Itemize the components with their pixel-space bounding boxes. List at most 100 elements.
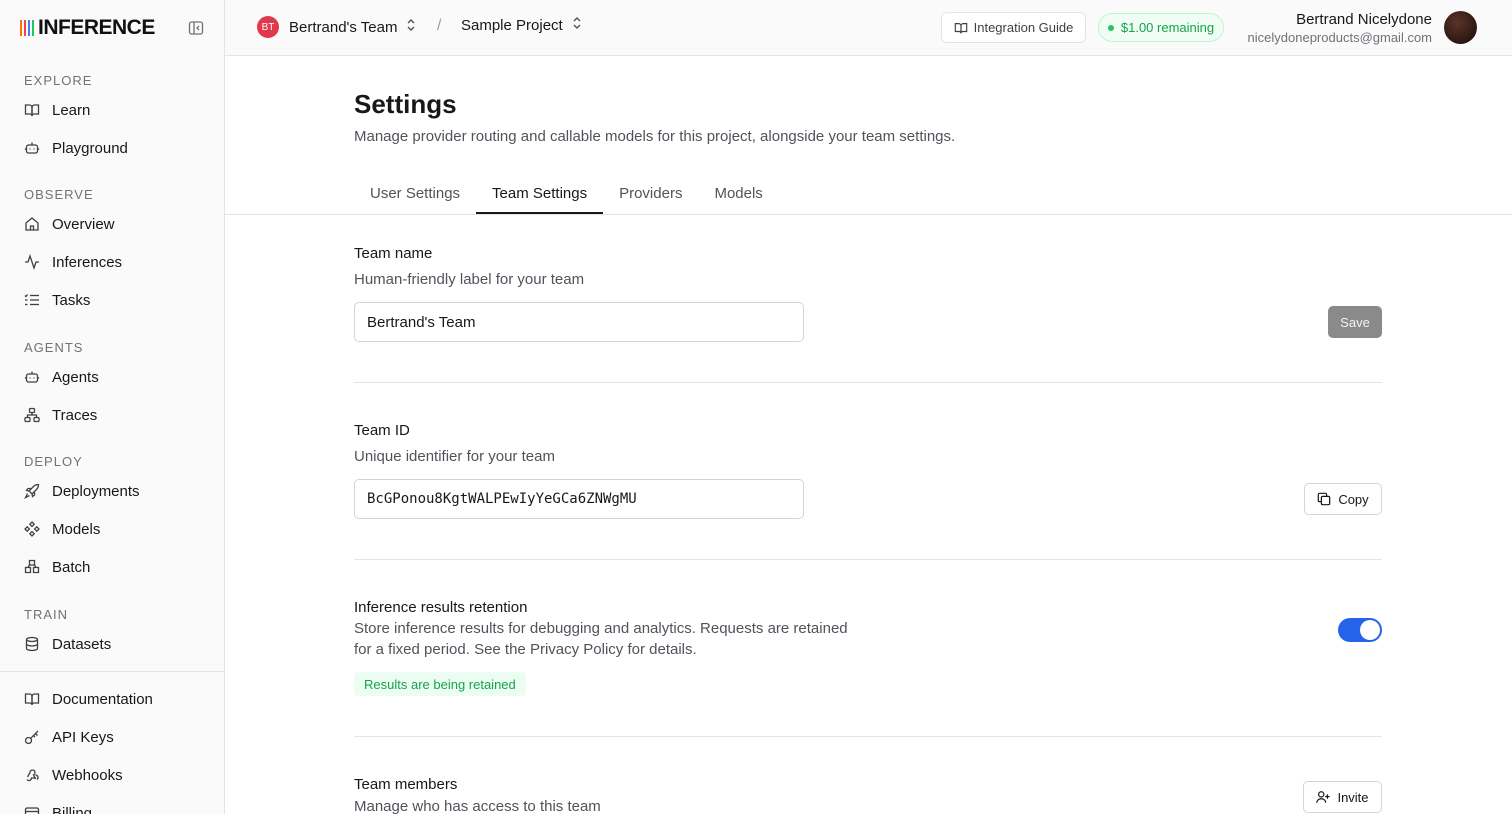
tab-user-settings[interactable]: User Settings [354,174,476,214]
sidebar-item-label: Documentation [52,690,153,708]
user-info[interactable]: Bertrand Nicelydone nicelydoneproducts@g… [1248,11,1432,46]
tab-providers[interactable]: Providers [603,174,698,214]
invite-button[interactable]: Invite [1303,781,1382,813]
workflow-icon [24,407,40,423]
sidebar-item-deployments[interactable]: Deployments [0,472,224,510]
team-name-description: Human-friendly label for your team [354,271,585,288]
sidebar-item-label: Datasets [52,635,112,653]
rocket-icon [24,483,40,499]
sidebar-item-label: Tasks [52,291,91,309]
robot-icon [24,140,40,156]
sidebar-item-traces[interactable]: Traces [0,396,224,434]
sidebar-item-label: Playground [52,139,128,157]
section-label-deploy: DEPLOY [24,454,83,469]
invite-label: Invite [1337,789,1369,805]
section-label-agents: AGENTS [24,340,84,355]
sidebar-item-inferences[interactable]: Inferences [0,243,224,281]
nav-section-agents: AGENTS Agents Traces [0,338,224,434]
tabs-divider [225,214,1512,215]
topbar: BT Bertrand's Team / Sample Project Inte… [225,0,1512,56]
user-plus-icon [1316,790,1331,804]
integration-guide-button[interactable]: Integration Guide [941,12,1086,43]
save-button[interactable]: Save [1328,306,1382,338]
book-icon [24,102,40,118]
logo-row: INFERENCE [20,16,205,40]
team-id-description: Unique identifier for your team [354,448,555,465]
section-label-observe: OBSERVE [24,187,94,202]
sidebar-item-label: Batch [52,558,91,576]
team-name: Bertrand's Team [289,18,398,36]
toggle-knob [1360,620,1380,640]
robot-icon [24,369,40,385]
sidebar-item-label: Models [52,520,101,538]
database-icon [24,636,40,652]
tab-team-settings[interactable]: Team Settings [476,174,604,214]
activity-icon [24,254,40,270]
nav-section-explore: EXPLORE Learn Playground [0,71,224,167]
list-icon [24,292,40,308]
nav-section-deploy: DEPLOY Deployments Models Batch [0,452,224,586]
integration-guide-label: Integration Guide [973,20,1074,35]
section-divider [354,736,1382,737]
user-name: Bertrand Nicelydone [1296,11,1432,28]
team-id-title: Team ID [354,422,410,439]
components-icon [24,521,40,537]
sidebar-item-api-keys[interactable]: API Keys [0,718,224,756]
credits-badge: $1.00 remaining [1098,13,1224,42]
user-email: nicelydoneproducts@gmail.com [1247,30,1432,45]
copy-button[interactable]: Copy [1304,483,1382,515]
sidebar-item-label: Billing [52,804,93,814]
sidebar-item-label: Deployments [52,482,140,500]
brand-name: INFERENCE [38,16,155,39]
sidebar-item-agents[interactable]: Agents [0,358,224,396]
sidebar-item-webhooks[interactable]: Webhooks [0,756,224,794]
sidebar-item-label: Agents [52,368,99,386]
sidebar: INFERENCE EXPLORE Learn Playground OBSER… [0,0,225,814]
key-icon [24,729,40,745]
sidebar-divider [0,671,224,672]
sidebar-item-batch[interactable]: Batch [0,548,224,586]
sidebar-item-datasets[interactable]: Datasets [0,625,224,663]
sidebar-item-label: Webhooks [52,766,123,784]
settings-tabs: User Settings Team Settings Providers Mo… [354,174,779,214]
sidebar-collapse-icon[interactable] [187,19,205,37]
nav-section-train: TRAIN Datasets [0,605,224,663]
team-members-description: Manage who has access to this team [354,798,601,814]
sidebar-item-overview[interactable]: Overview [0,205,224,243]
project-switcher[interactable]: Sample Project [461,16,583,35]
nav-section-observe: OBSERVE Overview Inferences Tasks [0,185,224,319]
chevrons-up-down-icon [571,16,583,35]
retention-status-badge: Results are being retained [354,672,526,696]
avatar[interactable] [1444,11,1477,44]
webhook-icon [24,767,40,783]
page-title: Settings [354,89,457,119]
nav-section-bottom: Documentation API Keys Webhooks Billing [0,680,224,814]
boxes-icon [24,559,40,575]
retention-description-line1: Store inference results for debugging an… [354,620,848,637]
team-id-input[interactable] [354,479,804,519]
sidebar-item-label: Overview [52,215,115,233]
section-divider [354,382,1382,383]
tab-models[interactable]: Models [698,174,778,214]
sidebar-item-playground[interactable]: Playground [0,129,224,167]
chevrons-up-down-icon [405,18,417,37]
section-divider [354,559,1382,560]
brand-logo[interactable]: INFERENCE [20,16,155,40]
team-switcher[interactable]: BT Bertrand's Team [257,16,417,38]
sidebar-item-label: Learn [52,101,91,119]
breadcrumb-separator: / [437,17,442,34]
sidebar-item-label: API Keys [52,728,114,746]
team-name-input[interactable] [354,302,804,342]
section-label-explore: EXPLORE [24,73,93,88]
copy-label: Copy [1338,491,1369,507]
project-name: Sample Project [461,17,563,34]
sidebar-item-tasks[interactable]: Tasks [0,281,224,319]
sidebar-item-models[interactable]: Models [0,510,224,548]
retention-toggle[interactable] [1338,618,1382,642]
credits-label: $1.00 remaining [1120,20,1215,35]
team-name-title: Team name [354,245,433,262]
sidebar-item-billing[interactable]: Billing [0,794,224,814]
sidebar-item-learn[interactable]: Learn [0,91,224,129]
main-content: Settings Manage provider routing and cal… [225,56,1512,814]
sidebar-item-documentation[interactable]: Documentation [0,680,224,718]
